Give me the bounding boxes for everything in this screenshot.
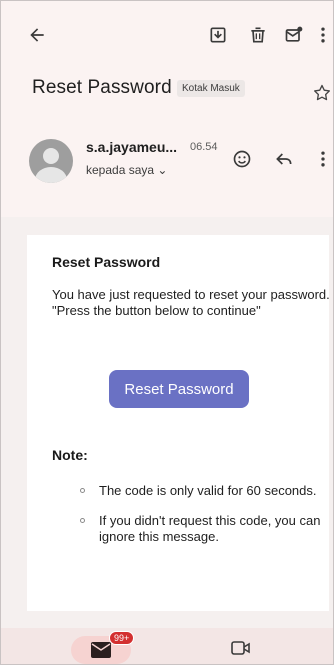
bottom-nav: 99+ bbox=[1, 628, 333, 664]
unread-count-badge: 99+ bbox=[109, 631, 135, 645]
email-subject: Reset Password bbox=[32, 77, 172, 98]
avatar-head bbox=[43, 148, 59, 164]
reset-password-button[interactable]: Reset Password bbox=[109, 370, 249, 408]
sender-name: s.a.jayameu... bbox=[86, 139, 178, 155]
list-item: The code is only valid for 60 seconds. bbox=[52, 483, 322, 499]
more-vert-icon[interactable] bbox=[311, 147, 333, 171]
avatar-body bbox=[35, 167, 67, 183]
more-vert-icon[interactable] bbox=[311, 23, 333, 47]
arrow-left-icon[interactable] bbox=[25, 23, 49, 47]
star-outline-icon[interactable] bbox=[312, 83, 332, 103]
phone-frame: Reset Password Kotak Masuk s.a.jayameu..… bbox=[0, 0, 334, 665]
note-text: The code is only valid for 60 seconds. bbox=[99, 483, 317, 498]
email-heading: Reset Password bbox=[52, 254, 161, 270]
mark-unread-icon[interactable] bbox=[282, 23, 306, 47]
trash-icon[interactable] bbox=[246, 23, 270, 47]
email-content-area: Reset Password You have just requested t… bbox=[1, 217, 333, 629]
email-card: Reset Password You have just requested t… bbox=[27, 235, 330, 611]
note-text: If you didn't request this code, you can… bbox=[99, 513, 321, 544]
subject-row: Reset Password Kotak Masuk bbox=[1, 71, 333, 107]
mail-icon bbox=[91, 642, 111, 658]
emoji-icon[interactable] bbox=[230, 147, 254, 171]
note-list: The code is only valid for 60 seconds. I… bbox=[52, 483, 322, 559]
email-body-text: You have just requested to reset your pa… bbox=[52, 287, 330, 318]
recipient-details-toggle[interactable]: kepada saya ⌄ bbox=[86, 163, 167, 177]
avatar[interactable] bbox=[29, 139, 73, 183]
reply-icon[interactable] bbox=[272, 147, 296, 171]
bullet-icon bbox=[80, 488, 85, 493]
sender-time: 06.54 bbox=[190, 141, 218, 153]
bullet-icon bbox=[80, 518, 85, 523]
inbox-label-chip[interactable]: Kotak Masuk bbox=[177, 80, 245, 97]
video-icon[interactable] bbox=[231, 640, 251, 656]
archive-icon[interactable] bbox=[206, 23, 230, 47]
list-item: If you didn't request this code, you can… bbox=[52, 513, 322, 545]
sender-row[interactable]: s.a.jayameu... 06.54 kepada saya ⌄ bbox=[1, 131, 333, 191]
top-toolbar bbox=[1, 1, 333, 67]
note-title: Note: bbox=[52, 447, 88, 463]
